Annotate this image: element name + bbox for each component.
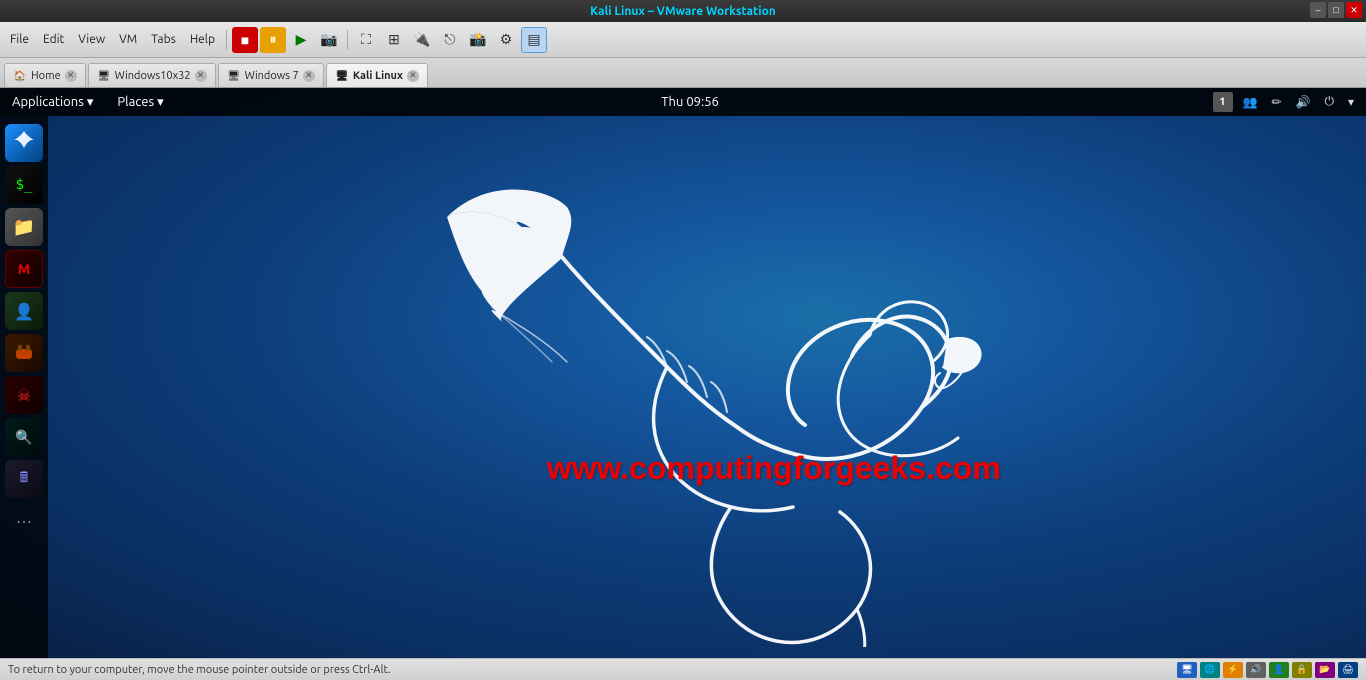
toolbar-separator-2: [347, 30, 348, 50]
kali-dragon-icon: [367, 127, 1047, 647]
kali-places-menu[interactable]: Places ▾: [105, 88, 175, 116]
volume-tray-icon[interactable]: 🔊: [1292, 93, 1315, 111]
beef-icon: [12, 341, 36, 365]
tab-bar: 🏠 Home ✕ 🖥 Windows10x32 ✕ 🖥 Windows 7 ✕ …: [0, 58, 1366, 88]
dock-scanner[interactable]: 🔍: [5, 418, 43, 456]
applications-label: Applications: [12, 95, 84, 109]
users-tray-icon[interactable]: 👥: [1239, 93, 1262, 111]
power-tray-icon[interactable]: ⏻: [1320, 93, 1338, 111]
dock-calculator[interactable]: 🖩: [5, 460, 43, 498]
close-button[interactable]: ✕: [1346, 2, 1362, 18]
title-bar: Kali Linux – VMware Workstation – □ ✕: [0, 0, 1366, 22]
menu-edit[interactable]: Edit: [37, 29, 70, 50]
send-ctrlalt-button[interactable]: ⎋: [437, 27, 463, 53]
tab-home[interactable]: 🏠 Home ✕: [4, 63, 86, 87]
status-lock-icon: 🔒: [1292, 662, 1312, 678]
applications-arrow-icon: ▾: [87, 95, 94, 110]
tab-win7-close[interactable]: ✕: [303, 70, 315, 82]
unity-button[interactable]: ⊞: [381, 27, 407, 53]
menu-help[interactable]: Help: [184, 29, 221, 50]
tab-kali-close[interactable]: ✕: [407, 70, 419, 82]
full-screen-button[interactable]: ⛶: [353, 27, 379, 53]
status-left-text: To return to your computer, move the mou…: [8, 664, 391, 676]
screenshot-button[interactable]: 📸: [465, 27, 491, 53]
status-usb-icon: ⚡: [1223, 662, 1243, 678]
windows10x32-icon: 🖥: [97, 69, 111, 83]
status-printer-icon: 🖨: [1338, 662, 1358, 678]
kali-topbar: Applications ▾ Places ▾ Thu 09:56 1 👥 ✏ …: [0, 88, 1366, 116]
menu-view[interactable]: View: [72, 29, 111, 50]
kali-desktop[interactable]: Applications ▾ Places ▾ Thu 09:56 1 👥 ✏ …: [0, 88, 1366, 658]
revert-button[interactable]: ▶: [288, 27, 314, 53]
vm-area[interactable]: Applications ▾ Places ▾ Thu 09:56 1 👥 ✏ …: [0, 88, 1366, 658]
places-arrow-icon: ▾: [157, 95, 164, 110]
status-bar: To return to your computer, move the mou…: [0, 658, 1366, 680]
windows7-icon: 🖥: [227, 69, 241, 83]
dock-browser[interactable]: [5, 124, 43, 162]
status-right-icons: 🖥 🌐 ⚡ 🔊 👤 🔒 📂 🖨: [1177, 662, 1358, 678]
dock-beef[interactable]: [5, 334, 43, 372]
tab-win7-label: Windows 7: [245, 70, 299, 82]
status-shared-icon: 📂: [1315, 662, 1335, 678]
kali-logo-small-icon: [9, 128, 39, 158]
dock-exploit[interactable]: ☠: [5, 376, 43, 414]
settings-button[interactable]: ⚙: [493, 27, 519, 53]
vmware-toolbar: File Edit View VM Tabs Help ■ ⏸ ▶ 📷 ⛶ ⊞ …: [0, 22, 1366, 58]
window-controls: – □ ✕: [1310, 2, 1362, 18]
usb-button[interactable]: 🔌: [409, 27, 435, 53]
kali-clock: Thu 09:56: [176, 95, 1205, 109]
write-tray-icon[interactable]: ✏: [1267, 93, 1285, 111]
places-label: Places: [117, 95, 154, 109]
home-icon: 🏠: [13, 69, 27, 83]
menu-vm[interactable]: VM: [113, 29, 143, 50]
tab-windows7[interactable]: 🖥 Windows 7 ✕: [218, 63, 324, 87]
toolbar-separator-1: [226, 30, 227, 50]
dock-metasploit[interactable]: M: [5, 250, 43, 288]
tab-kali[interactable]: 🖥 Kali Linux ✕: [326, 63, 428, 87]
status-user-icon: 👤: [1269, 662, 1289, 678]
dock-files[interactable]: 📁: [5, 208, 43, 246]
kali-dock: $_ 📁 M 👤 ☠ 🔍: [0, 116, 48, 658]
tab-win10-label: Windows10x32: [115, 70, 191, 82]
snapshot-button[interactable]: 📷: [316, 27, 342, 53]
dock-apps-grid[interactable]: ⋯: [5, 502, 43, 540]
minimize-button[interactable]: –: [1310, 2, 1326, 18]
dock-maltego[interactable]: 👤: [5, 292, 43, 330]
dock-terminal[interactable]: $_: [5, 166, 43, 204]
menu-tabs[interactable]: Tabs: [145, 29, 182, 50]
dragon-container: [48, 116, 1366, 658]
kali-system-tray: 1 👥 ✏ 🔊 ⏻ ▾: [1205, 92, 1366, 112]
tab-win10-close[interactable]: ✕: [195, 70, 207, 82]
maximize-button[interactable]: □: [1328, 2, 1344, 18]
status-net-icon: 🌐: [1200, 662, 1220, 678]
workspace-badge[interactable]: 1: [1213, 92, 1233, 112]
kali-icon: 🖥: [335, 69, 349, 83]
view-toggle-button[interactable]: ▤: [521, 27, 547, 53]
tab-home-close[interactable]: ✕: [65, 70, 77, 82]
status-audio-icon: 🔊: [1246, 662, 1266, 678]
status-vm-icon: 🖥: [1177, 662, 1197, 678]
tab-home-label: Home: [31, 70, 61, 82]
window-title: Kali Linux – VMware Workstation: [590, 5, 776, 18]
suspend-button[interactable]: ⏸: [260, 27, 286, 53]
tab-windows10x32[interactable]: 🖥 Windows10x32 ✕: [88, 63, 216, 87]
tab-kali-label: Kali Linux: [353, 70, 403, 82]
kali-applications-menu[interactable]: Applications ▾: [0, 88, 105, 116]
system-menu-icon[interactable]: ▾: [1344, 93, 1358, 111]
menu-file[interactable]: File: [4, 29, 35, 50]
power-button[interactable]: ■: [232, 27, 258, 53]
